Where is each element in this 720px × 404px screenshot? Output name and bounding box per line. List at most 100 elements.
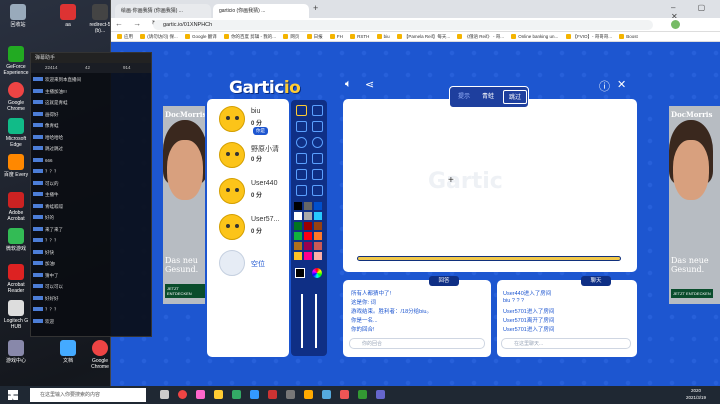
color-swatch[interactable]	[304, 212, 312, 220]
bookmark[interactable]: 【Pamela Reif】每天...	[397, 32, 450, 41]
color-swatch[interactable]	[294, 252, 302, 260]
line-tool-icon[interactable]	[296, 121, 307, 132]
undo-tool-icon[interactable]	[296, 169, 307, 180]
empty-slot[interactable]: 空位	[213, 247, 287, 281]
bookmark[interactable]: FH	[330, 32, 343, 41]
bookmark[interactable]: Boost	[619, 32, 638, 41]
new-tab-icon[interactable]: +	[313, 3, 318, 13]
bookmark[interactable]: 【FVIO】- 哥哥哥...	[566, 32, 613, 41]
bookmark[interactable]: (请勿访问) 保...	[140, 32, 178, 41]
app-taskbar-icon[interactable]	[268, 390, 277, 399]
desktop-icon-games[interactable]: 微软游戏	[0, 228, 32, 252]
color-swatch[interactable]	[294, 202, 302, 210]
bookmark[interactable]: RSTH	[350, 32, 369, 41]
player-card[interactable]: biu 0 分 你是	[213, 103, 287, 137]
app-taskbar-icon[interactable]	[250, 390, 259, 399]
desktop-icon-aa[interactable]: aa	[52, 4, 84, 28]
app-taskbar-icon[interactable]	[358, 390, 367, 399]
desktop-icon-chrome[interactable]: Google Chrome	[0, 82, 32, 112]
share-icon[interactable]: ⋖	[365, 78, 374, 91]
close-icon[interactable]: ✕	[617, 78, 626, 91]
bookmark[interactable]: 你的百度 剪辑 - 我的...	[224, 32, 276, 41]
ad-left[interactable]: DocMorris Das neu Gesund. JETZT ENTDECKE…	[163, 106, 205, 304]
task-view-icon[interactable]	[160, 390, 169, 399]
color-swatch[interactable]	[294, 232, 302, 240]
desktop-icon-edge[interactable]: Microsoft Edge	[0, 118, 32, 148]
desktop-icon-recycle[interactable]: 回收站	[2, 4, 34, 28]
skip-button[interactable]: 跳过	[503, 90, 527, 104]
folder-taskbar-icon[interactable]	[214, 390, 223, 399]
bookmark[interactable]: Online banking un...	[511, 32, 558, 41]
desktop-icon-acrobat[interactable]: Adobe Acrobat	[0, 192, 32, 222]
color-swatch[interactable]	[304, 252, 312, 260]
ad-right[interactable]: DocMorris Das neue Gesund. JETZT ENTDECK…	[669, 106, 720, 304]
clear-tool-icon[interactable]	[296, 185, 307, 196]
clock[interactable]: 2020 2021/3/19	[676, 387, 716, 401]
desktop-icon-logitech[interactable]: Logitech G HUB	[0, 300, 32, 330]
color-swatch[interactable]	[304, 232, 312, 240]
app-taskbar-icon[interactable]	[232, 390, 241, 399]
fill-tool-icon[interactable]	[296, 153, 307, 164]
url-input[interactable]: gartic.io/01XNPHCh	[153, 20, 653, 30]
current-color[interactable]	[295, 268, 305, 278]
color-swatch[interactable]	[304, 242, 312, 250]
rectangle-tool-icon[interactable]	[312, 121, 323, 132]
color-swatch[interactable]	[314, 202, 322, 210]
bookmark[interactable]: 网页	[283, 32, 299, 41]
color-swatch[interactable]	[314, 242, 322, 250]
picker-tool-icon[interactable]	[312, 153, 323, 164]
color-swatch[interactable]	[314, 222, 322, 230]
info-icon[interactable]: ⓘ	[599, 78, 610, 94]
profile-icon[interactable]	[671, 20, 680, 29]
desktop-icon-every[interactable]: 百度 Every	[0, 154, 32, 178]
chat-input[interactable]: 在这里聊天...	[501, 338, 631, 349]
ad-cta[interactable]: JETZT ENTDECKEN	[165, 284, 205, 298]
redo-tool-icon[interactable]	[312, 169, 323, 180]
bookmark[interactable]: biu	[377, 32, 390, 41]
bookmark[interactable]: 应用	[117, 32, 133, 41]
desktop-icon-docs[interactable]: 文档	[52, 340, 84, 364]
overlay-message-text: 哈哈哈哈	[45, 134, 63, 140]
player-card[interactable]: User57... 0 分	[213, 211, 287, 245]
danmaku-overlay[interactable]: 弹幕助手 22414 42 914 欢迎来到本直播间 主播加油!!! 这就是青蛙 画得…	[30, 52, 152, 337]
color-swatch[interactable]	[304, 202, 312, 210]
sound-icon[interactable]: 🔈︎	[345, 78, 352, 91]
taskbar-search-input[interactable]: 在这里输入你要搜索的内容	[30, 388, 146, 402]
drawing-canvas[interactable]: Gartic	[343, 99, 637, 272]
player-card[interactable]: User440 0 分	[213, 175, 287, 209]
hint-button[interactable]: 提示	[453, 90, 475, 104]
color-swatch[interactable]	[314, 232, 322, 240]
app-taskbar-icon[interactable]	[196, 390, 205, 399]
color-swatch[interactable]	[314, 252, 322, 260]
player-card[interactable]: 野原小清 0 分	[213, 139, 287, 173]
app-taskbar-icon[interactable]	[286, 390, 295, 399]
color-swatch[interactable]	[294, 212, 302, 220]
size-slider[interactable]	[301, 294, 303, 348]
eraser-tool-icon[interactable]	[312, 105, 323, 116]
chrome-taskbar-icon[interactable]	[178, 390, 187, 399]
app-taskbar-icon[interactable]	[304, 390, 313, 399]
pencil-tool-icon[interactable]	[296, 105, 307, 116]
color-wheel-icon[interactable]	[312, 268, 322, 278]
desktop-icon-gamecenter[interactable]: 游戏中心	[0, 340, 32, 364]
tab-2[interactable]: garticio (你画我猜) ...	[213, 4, 309, 18]
color-swatch[interactable]	[304, 222, 312, 230]
bookmark[interactable]: Google 翻译	[185, 32, 217, 41]
bookmark[interactable]: 《俄语 Reif》 - 哥...	[457, 32, 504, 41]
color-swatch[interactable]	[294, 242, 302, 250]
color-swatch[interactable]	[314, 212, 322, 220]
tab-1[interactable]: 绘画·你画我猜 (你画我猜) ...	[115, 4, 211, 18]
text-tool-icon[interactable]	[312, 185, 323, 196]
ad-cta[interactable]: JETZT ENTDECKEN	[671, 289, 713, 298]
desktop-icon-reader[interactable]: Acrobat Reader	[0, 264, 32, 294]
desktop-icon-geforce[interactable]: GeForce Experience	[0, 46, 32, 76]
color-swatch[interactable]	[294, 222, 302, 230]
answer-input[interactable]: 你的回合	[349, 338, 485, 349]
app-taskbar-icon[interactable]	[376, 390, 385, 399]
app-taskbar-icon[interactable]	[322, 390, 331, 399]
circle-tool-icon[interactable]	[312, 137, 323, 148]
bookmark[interactable]: 日报	[307, 32, 323, 41]
ellipse-tool-icon[interactable]	[296, 137, 307, 148]
app-taskbar-icon[interactable]	[340, 390, 349, 399]
opacity-slider[interactable]	[315, 294, 317, 348]
